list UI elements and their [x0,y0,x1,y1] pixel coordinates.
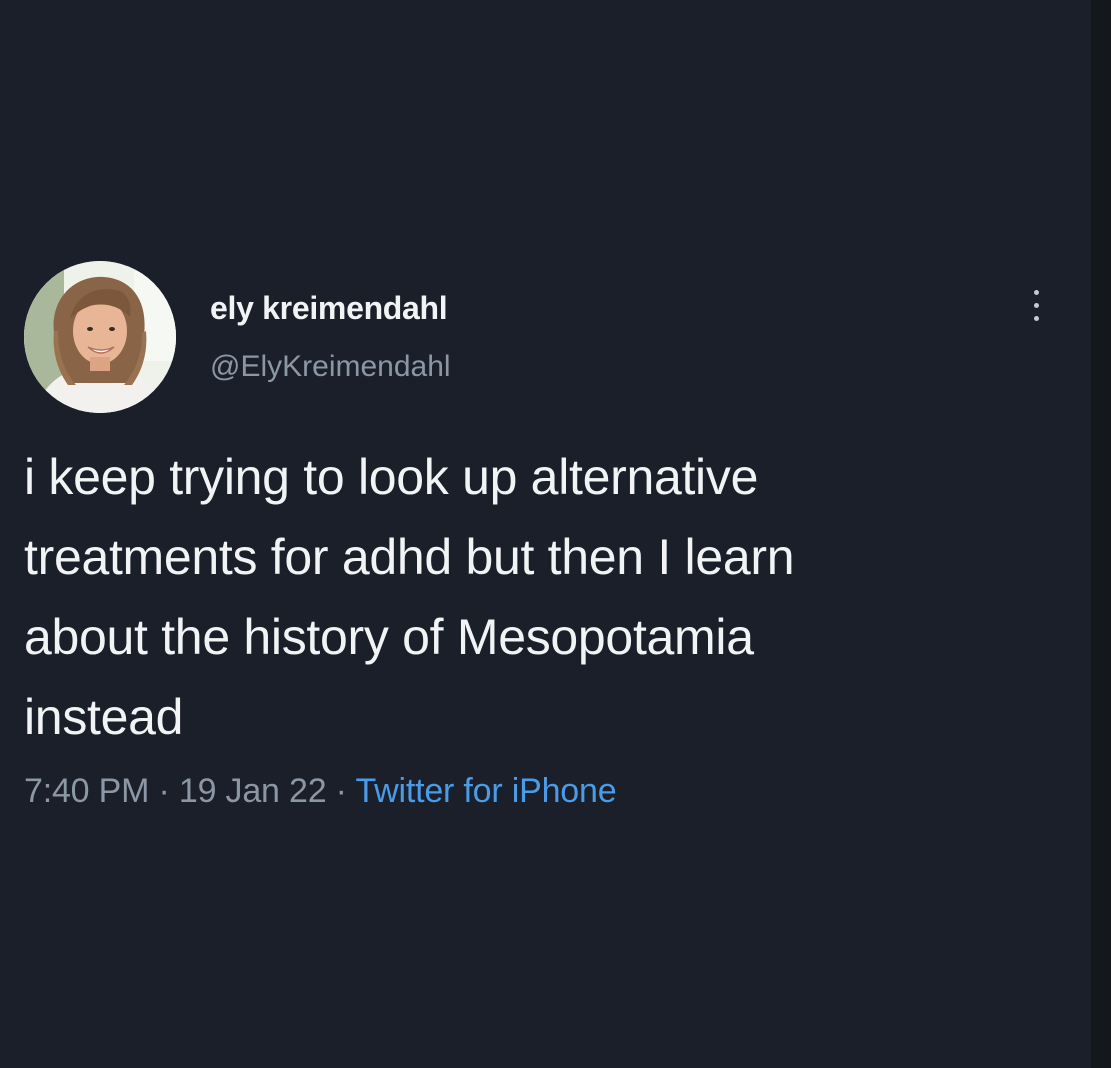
meta-separator: · [326,772,356,810]
tweet-line: treatments for adhd but then I learn [24,529,795,585]
tweet-card: ely kreimendahl @ElyKreimendahl i keep t… [0,0,1111,1068]
more-dot [1034,316,1039,321]
tweet-meta: 7:40 PM · 19 Jan 22 · Twitter for iPhone [24,772,617,811]
avatar-photo [24,261,176,413]
more-vertical-icon[interactable] [1022,286,1052,326]
tweet-time[interactable]: 7:40 PM [24,772,149,810]
tweet-line: i keep trying to look up alternative [24,449,759,505]
tweet-line: about the history of Mesopotamia [24,609,754,665]
display-name[interactable]: ely kreimendahl [210,290,448,327]
tweet-line: instead [24,689,184,745]
meta-separator: · [149,772,179,810]
avatar[interactable] [24,261,176,413]
tweet-text: i keep trying to look up alternative tre… [24,437,1024,757]
tweet-source-link[interactable]: Twitter for iPhone [355,772,616,810]
tweet-date[interactable]: 19 Jan 22 [179,772,327,810]
scroll-edge [1091,0,1111,1068]
more-dot [1034,303,1039,308]
handle[interactable]: @ElyKreimendahl [210,350,451,384]
more-dot [1034,290,1039,295]
